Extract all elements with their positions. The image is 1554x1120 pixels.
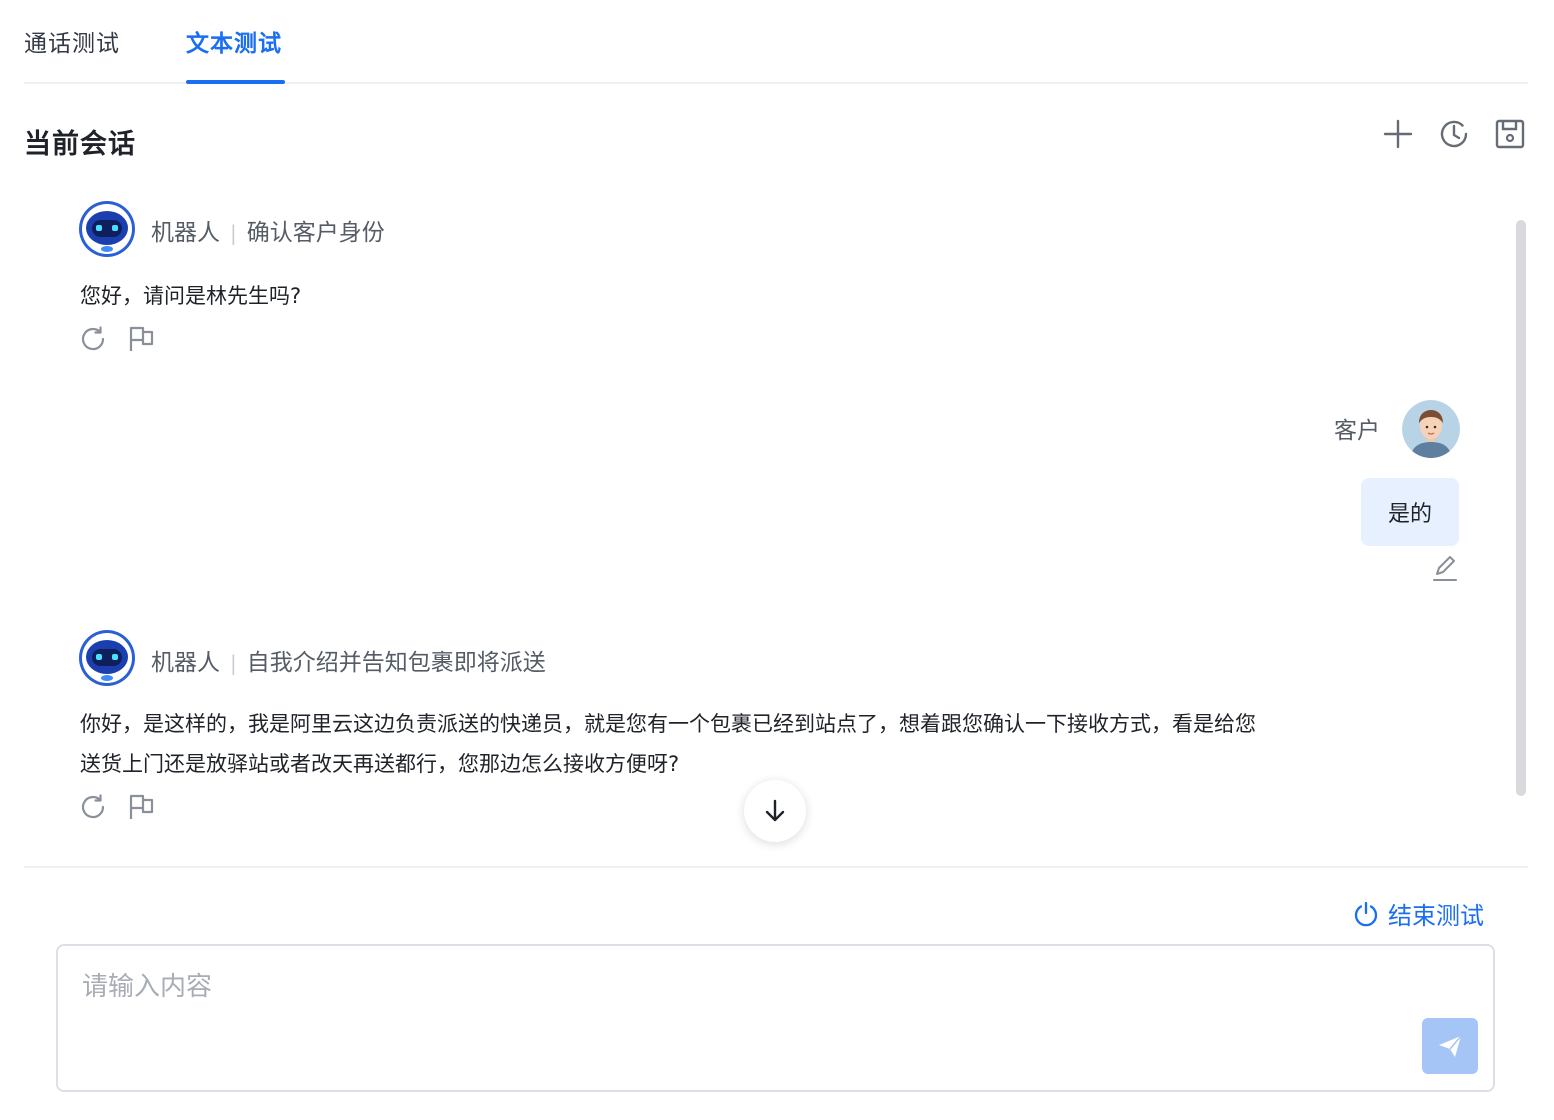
active-tab-indicator: [186, 80, 285, 84]
label-separator: |: [230, 651, 237, 675]
bot-message-line: 你好，是这样的，我是阿里云这边负责派送的快递员，就是您有一个包裹已经到站点了，想…: [80, 712, 1256, 736]
bot-message-text: 您好，请问是林先生吗?: [80, 284, 302, 308]
bot-intent: 确认客户身份: [246, 220, 385, 246]
session-title: 当前会话: [24, 129, 136, 160]
end-test-button[interactable]: 结束测试: [1352, 896, 1484, 931]
customer-avatar: [1402, 400, 1460, 458]
bot-message-line: 送货上门还是放驿站或者改天再送都行，您那边怎么接收方便呀?: [80, 752, 680, 776]
bot-message-text: 你好，是这样的，我是阿里云这边负责派送的快递员，就是您有一个包裹已经到站点了，想…: [80, 704, 1480, 784]
regenerate-icon[interactable]: [78, 792, 108, 822]
bot-intent: 自我介绍并告知包裹即将派送: [246, 650, 546, 676]
send-icon: [1439, 1035, 1462, 1057]
arrow-down-icon: [765, 799, 785, 822]
regenerate-icon[interactable]: [78, 324, 108, 354]
history-icon[interactable]: [1436, 116, 1472, 152]
scroll-to-bottom-button[interactable]: [744, 780, 806, 842]
power-icon: [1354, 901, 1378, 926]
customer-sender-label: 客户: [1334, 418, 1380, 444]
bot-sender-label: 机器人 | 自我介绍并告知包裹即将派送: [151, 643, 546, 677]
message-input[interactable]: [82, 966, 1382, 1066]
save-icon[interactable]: [1492, 116, 1528, 152]
edit-icon[interactable]: [1430, 553, 1460, 583]
bot-message-actions: [78, 324, 156, 354]
tab-text-test[interactable]: 文本测试: [186, 24, 282, 58]
flag-icon[interactable]: [126, 792, 156, 822]
label-separator: |: [230, 221, 237, 245]
plus-icon[interactable]: [1380, 116, 1416, 152]
bot-sender-label: 机器人 | 确认客户身份: [151, 213, 385, 247]
message-input-box: [56, 944, 1495, 1092]
customer-message-bubble: 是的: [1361, 478, 1459, 546]
bot-sender-name: 机器人: [151, 650, 220, 676]
end-test-label: 结束测试: [1388, 902, 1484, 930]
robot-avatar: [78, 200, 136, 258]
chat-scrollbar[interactable]: [1516, 220, 1526, 796]
chat-divider: [24, 866, 1528, 868]
send-button[interactable]: [1422, 1018, 1478, 1074]
bot-message-actions: [78, 792, 156, 822]
bot-sender-name: 机器人: [151, 220, 220, 246]
flag-icon[interactable]: [126, 324, 156, 354]
robot-avatar: [78, 629, 136, 687]
tab-bar: 通话测试 文本测试: [24, 0, 1528, 84]
tab-call-test[interactable]: 通话测试: [24, 24, 120, 58]
